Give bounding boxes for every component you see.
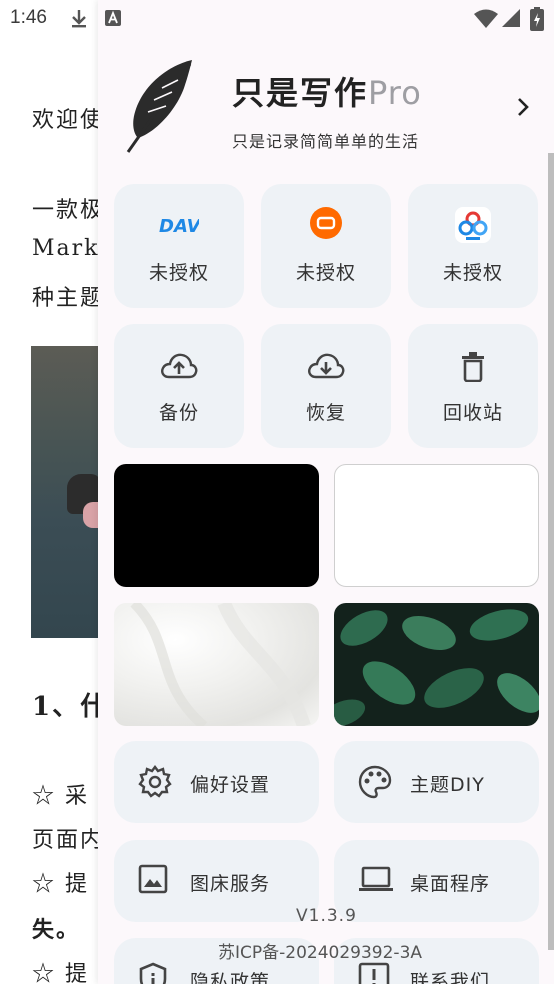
tile-label: 回收站: [442, 402, 503, 424]
webdav-tile[interactable]: DAV 未授权: [114, 184, 244, 308]
image-hosting-button[interactable]: 图床服务: [114, 840, 319, 922]
menu-label: 联系我们: [410, 971, 491, 984]
baidu-netdisk-tile[interactable]: 未授权: [408, 184, 538, 308]
doc-line: 失。: [32, 917, 81, 943]
doc-line: 一款极: [32, 198, 105, 223]
app-title-main: 只是写作: [232, 74, 369, 112]
cloud-download-icon: [307, 352, 345, 384]
webdav-icon: DAV: [159, 214, 203, 240]
app-title: 只是写作Pro: [232, 68, 422, 114]
gear-icon: [138, 765, 172, 803]
tile-label: 恢复: [305, 402, 346, 424]
aliyun-drive-tile[interactable]: 未授权: [261, 184, 391, 308]
battery-charging-icon: [530, 7, 544, 35]
aliyun-drive-icon: [309, 206, 343, 244]
doc-line: ☆ 提: [32, 872, 89, 897]
cloud-upload-icon: [160, 352, 198, 384]
baidu-netdisk-icon: [454, 206, 492, 248]
svg-text:DAV: DAV: [159, 216, 199, 236]
theme-leaves[interactable]: [334, 603, 539, 726]
doc-line: 种主题: [32, 286, 105, 311]
backup-tile[interactable]: 备份: [114, 324, 244, 448]
tile-label: 备份: [158, 402, 199, 424]
scrollbar[interactable]: [548, 153, 554, 950]
shield-icon: [138, 962, 168, 984]
menu-label: 桌面程序: [410, 873, 491, 895]
doc-heading: 1、什: [32, 692, 109, 722]
download-icon: [70, 9, 88, 33]
navigation-drawer: 只是写作Pro 只是记录简简单单的生活 DAV 未授权 未授权 未授权 备份 恢…: [98, 0, 554, 984]
wifi-icon: [474, 9, 498, 33]
menu-label: 主题DIY: [410, 774, 485, 796]
tile-label: 未授权: [148, 262, 209, 284]
desktop-app-button[interactable]: 桌面程序: [334, 840, 539, 922]
doc-line: 页面内: [32, 828, 105, 853]
signal-icon: [502, 9, 520, 33]
theme-silk[interactable]: [114, 603, 319, 726]
alert-icon: [358, 962, 390, 984]
a-icon: [104, 9, 122, 31]
chevron-right-icon[interactable]: [512, 96, 534, 118]
status-bar: 1:46: [0, 0, 554, 38]
feather-logo-icon: [122, 58, 194, 160]
laptop-icon: [358, 864, 394, 898]
tile-label: 未授权: [295, 262, 356, 284]
doc-line: ☆ 采: [32, 784, 89, 809]
theme-white[interactable]: [334, 464, 539, 587]
image-icon: [138, 864, 168, 898]
doc-line: 欢迎使: [32, 108, 105, 133]
theme-diy-button[interactable]: 主题DIY: [334, 741, 539, 823]
doc-line: ☆ 提: [32, 962, 89, 984]
menu-label: 隐私政策: [190, 971, 271, 984]
status-time: 1:46: [10, 7, 47, 28]
version-text: V1.3.9: [296, 906, 357, 926]
menu-label: 偏好设置: [190, 774, 271, 796]
preferences-button[interactable]: 偏好设置: [114, 741, 319, 823]
restore-tile[interactable]: 恢复: [261, 324, 391, 448]
menu-label: 图床服务: [190, 873, 271, 895]
palette-icon: [358, 765, 392, 803]
tile-label: 未授权: [442, 262, 503, 284]
trash-icon: [461, 352, 485, 386]
app-title-pro: Pro: [368, 74, 422, 112]
icp-text: 苏ICP备-2024029392-3A: [218, 943, 423, 963]
app-subtitle: 只是记录简简单单的生活: [232, 132, 420, 151]
recycle-bin-tile[interactable]: 回收站: [408, 324, 538, 448]
theme-black[interactable]: [114, 464, 319, 587]
